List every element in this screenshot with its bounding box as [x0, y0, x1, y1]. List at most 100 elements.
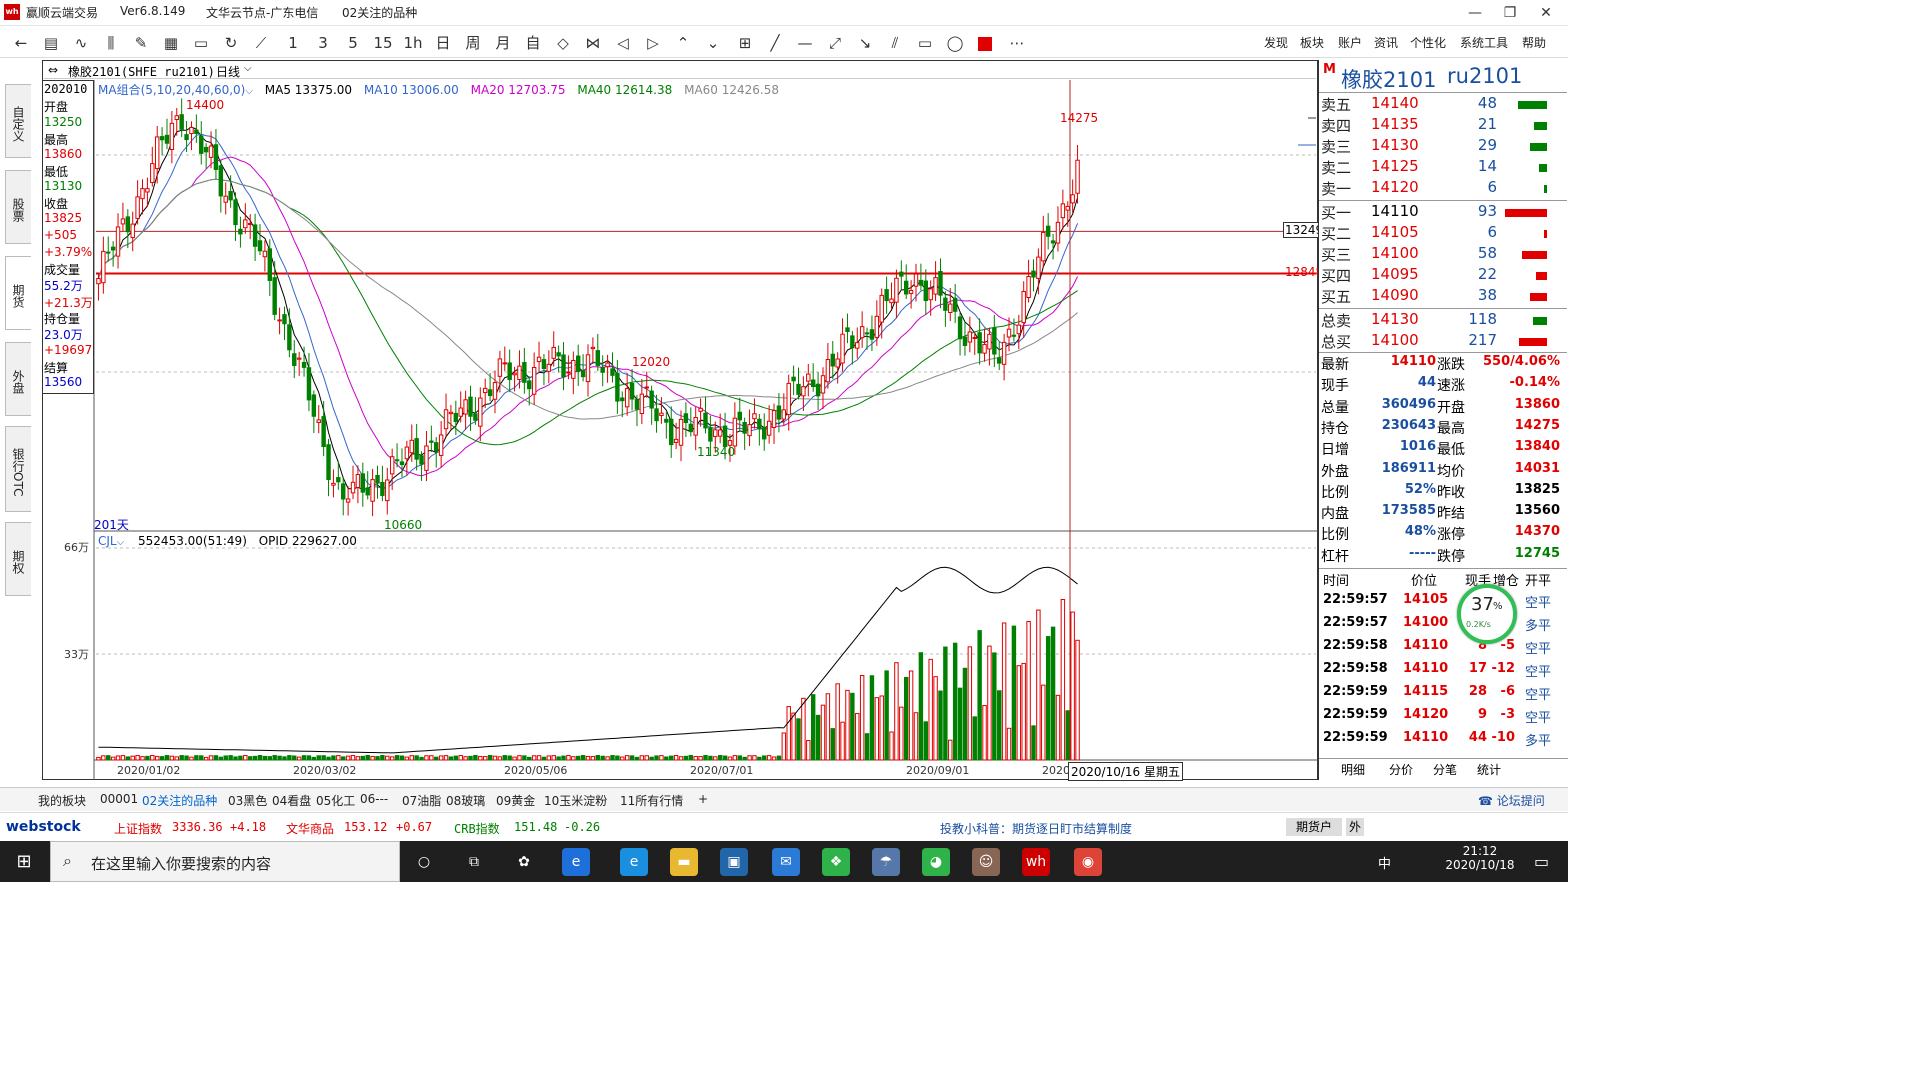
order-book-row[interactable]: 买五 14090 38: [1319, 286, 1565, 307]
tab-price-dist[interactable]: 分价: [1389, 761, 1413, 778]
order-book-row[interactable]: 卖一 14120 6: [1319, 178, 1565, 199]
add-tab-button[interactable]: +: [698, 792, 708, 806]
foreign-account-button[interactable]: 外: [1346, 818, 1364, 836]
candle-body: [355, 474, 361, 488]
ticker-name[interactable]: CRB指数: [454, 820, 500, 837]
taskbar-search[interactable]: ⌕ 在这里输入你要搜索的内容: [50, 841, 400, 882]
quote-symbol: 橡胶2101: [1341, 68, 1437, 92]
order-book-row[interactable]: 卖三 14130 29: [1319, 136, 1565, 157]
mid-high-label: 12020: [632, 355, 671, 369]
candle-body: [1060, 203, 1066, 219]
forum-question-button[interactable]: ☎ 论坛提问: [1478, 792, 1545, 809]
volume-bar: [438, 755, 444, 761]
chrome-icon[interactable]: ◉: [1074, 848, 1102, 876]
volume-bar: [967, 646, 973, 761]
volume-bar: [492, 755, 498, 761]
store-icon[interactable]: ▣: [720, 848, 748, 876]
ime-indicator[interactable]: 中: [1378, 853, 1391, 872]
wenhua-app-icon[interactable]: wh: [1022, 848, 1050, 876]
order-book-row[interactable]: 买一 14110 93: [1319, 202, 1565, 223]
kline-chart[interactable]: [0, 0, 1318, 782]
volume-bar: [233, 756, 238, 761]
tab-ticks[interactable]: 分笔: [1433, 761, 1457, 778]
edu-tip[interactable]: 投教小科普：期货逐日盯市结算制度: [940, 820, 1132, 837]
futures-account-button[interactable]: 期货户: [1286, 818, 1342, 836]
volume-bar: [580, 755, 586, 761]
edge-icon[interactable]: e: [620, 848, 648, 876]
watchlist-tab[interactable]: 04看盘: [272, 792, 311, 809]
ma-group-label[interactable]: MA组合(5,10,20,40,60,0): [98, 83, 245, 97]
watchlist-tab[interactable]: 03黑色: [228, 792, 267, 809]
order-book-row[interactable]: 买四 14095 22: [1319, 265, 1565, 286]
candle-body: [992, 327, 997, 355]
chevron-down-icon[interactable]: ⌵: [245, 86, 253, 97]
volume-indicator-label[interactable]: CJL: [98, 534, 117, 548]
ma-legend: MA组合(5,10,20,40,60,0)⌵ MA5 13375.00 MA10…: [98, 81, 779, 98]
stat-label: 现手: [1321, 378, 1349, 395]
ticker-name[interactable]: 文华商品: [286, 820, 334, 837]
tab-detail[interactable]: 明细: [1341, 761, 1365, 778]
volume-bar: [820, 704, 826, 761]
volume-bar: [1544, 185, 1547, 193]
order-book-row[interactable]: 买三 14100 58: [1319, 244, 1565, 265]
menu-news[interactable]: 资讯: [1374, 34, 1398, 51]
watchlist-tab[interactable]: 00001: [100, 792, 138, 806]
clock-date: 2020/10/18: [1445, 858, 1515, 872]
info-oi-change: +19697: [44, 343, 93, 357]
watchlist-tab[interactable]: 11所有行情: [620, 792, 683, 809]
volume-bar: [238, 755, 243, 761]
candle-body: [135, 196, 140, 219]
windows-start-icon[interactable]: ⊞: [0, 841, 48, 882]
watchlist-tab[interactable]: 05化工: [316, 792, 355, 809]
cortana-icon[interactable]: ○: [410, 848, 438, 876]
stat-label: 速涨: [1437, 378, 1465, 395]
order-book-row[interactable]: 卖四 14135 21: [1319, 115, 1565, 136]
candle-body: [855, 342, 860, 349]
menu-account[interactable]: 账户: [1338, 34, 1362, 51]
volume-bar: [913, 712, 919, 761]
volume-bar: [385, 755, 390, 761]
tab-stats[interactable]: 统计: [1477, 761, 1501, 778]
task-view-icon[interactable]: ⧉: [460, 848, 488, 876]
volume-bar: [727, 756, 733, 761]
trade-time: 22:59:57: [1323, 592, 1388, 607]
candle-body: [742, 421, 747, 434]
app-icon[interactable]: ☺: [972, 848, 1000, 876]
watchlist-tab[interactable]: 08玻璃: [446, 792, 485, 809]
order-book-row[interactable]: 卖二 14125 14: [1319, 157, 1565, 178]
notification-icon[interactable]: ▭: [1534, 852, 1549, 871]
order-volume: 48: [1477, 94, 1497, 112]
app-icon[interactable]: ✿: [510, 848, 538, 876]
menu-personalize[interactable]: 个性化: [1410, 34, 1446, 51]
watchlist-tab[interactable]: 我的板块: [38, 792, 86, 809]
stat-value: 173585: [1381, 503, 1436, 519]
order-book-row[interactable]: 卖五 14140 48: [1319, 94, 1565, 115]
watchlist-tab[interactable]: 02关注的品种: [142, 792, 217, 809]
folder-icon[interactable]: ▬: [670, 848, 698, 876]
trade-type: 多平: [1525, 619, 1552, 634]
volume-bar: [404, 756, 410, 761]
ie-icon[interactable]: e: [562, 848, 590, 876]
app-icon[interactable]: ❖: [822, 848, 850, 876]
watchlist-tab[interactable]: 06---: [360, 792, 388, 806]
watchlist-tab[interactable]: 09黄金: [496, 792, 535, 809]
minimize-icon[interactable]: —: [1455, 2, 1495, 24]
chevron-down-icon[interactable]: ⌵: [117, 537, 125, 548]
watchlist-tab[interactable]: 10玉米淀粉: [544, 792, 607, 809]
volume-bar: [683, 755, 689, 761]
menu-help[interactable]: 帮助: [1522, 34, 1546, 51]
menu-system-tools[interactable]: 系统工具: [1460, 34, 1508, 51]
app-icon[interactable]: ☂: [872, 848, 900, 876]
order-book-row[interactable]: 买二 14105 6: [1319, 223, 1565, 244]
taskbar-clock[interactable]: 21:12 2020/10/18: [1432, 844, 1528, 872]
ticker-name[interactable]: 上证指数: [114, 820, 162, 837]
maximize-icon[interactable]: ❐: [1490, 2, 1530, 24]
watchlist-tabs: 我的板块 00001 02关注的品种 03黑色 04看盘 05化工 06--- 07油脂 08玻…: [0, 787, 1568, 811]
close-icon[interactable]: ✕: [1526, 2, 1566, 24]
wechat-icon[interactable]: ◕: [922, 848, 950, 876]
volume-bar: [120, 755, 126, 761]
mail-icon[interactable]: ✉: [772, 848, 800, 876]
stat-value: 13560: [1514, 503, 1560, 519]
watchlist-tab[interactable]: 07油脂: [402, 792, 441, 809]
candle-body: [845, 327, 850, 333]
